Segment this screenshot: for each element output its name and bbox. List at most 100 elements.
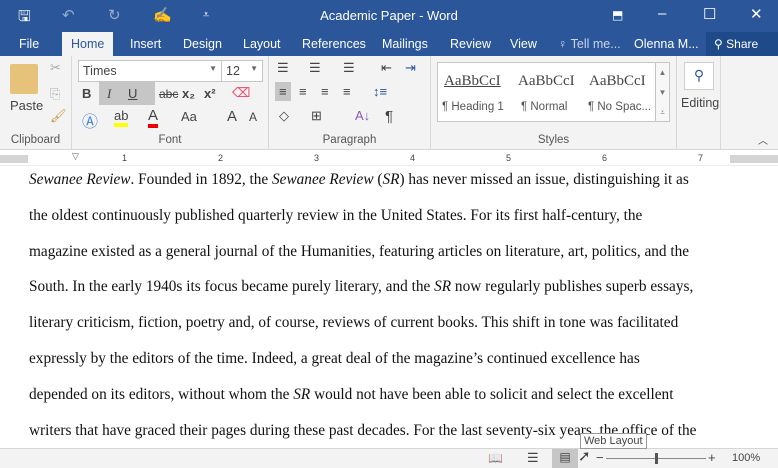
change-case-button[interactable]: Aa [181, 109, 197, 124]
justify-icon[interactable]: ≡ [343, 84, 351, 99]
underline-button[interactable]: U [128, 86, 137, 101]
minimize-icon[interactable]: – [658, 5, 666, 22]
style-heading1-preview[interactable]: AaBbCcI [444, 73, 501, 90]
numbering-icon[interactable]: ☰ [309, 60, 321, 76]
print-layout-icon[interactable]: ☰ [527, 450, 539, 466]
tab-file[interactable]: File [19, 37, 39, 51]
subscript-button[interactable]: x₂ [182, 86, 195, 101]
scroll-down-icon[interactable]: ▼ [656, 83, 669, 103]
italic-text: SR [293, 386, 310, 403]
close-icon[interactable]: ✕ [750, 5, 763, 23]
highlight-color-icon[interactable]: ab [114, 108, 128, 127]
multilevel-list-icon[interactable]: ☰ [343, 60, 355, 76]
font-label: Font [72, 134, 268, 146]
document-body[interactable]: Sewanee Review. Founded in 1892, the Sew… [0, 166, 778, 448]
zoom-in-button[interactable]: + [708, 450, 716, 465]
paste-icon[interactable] [10, 64, 38, 94]
share-label: Share [726, 37, 758, 51]
grow-font-button[interactable]: A [227, 108, 237, 125]
ruler-number: 7 [698, 153, 703, 163]
tell-me-search[interactable]: ♀ Tell me... [558, 37, 621, 51]
align-right-icon[interactable]: ≡ [321, 84, 329, 99]
font-color-icon[interactable]: A [148, 107, 158, 128]
text-run: magazine existed as a general journal of… [29, 243, 689, 260]
font-size-select[interactable]: 12▼ [221, 60, 263, 82]
ruler-margin-left [0, 155, 28, 163]
text-run: the oldest continuously published quarte… [29, 207, 642, 224]
read-mode-icon[interactable]: 📖 [488, 451, 503, 465]
text-run: South. In the early 1940s its focus beca… [29, 278, 434, 295]
clear-formatting-icon[interactable]: ⌫ [232, 85, 250, 101]
italic-text: SR [382, 171, 399, 188]
bullets-icon[interactable]: ☰ [277, 60, 289, 76]
scroll-up-icon[interactable]: ▲ [656, 63, 669, 83]
zoom-level[interactable]: 100% [732, 452, 760, 464]
style-no-spacing[interactable]: ¶ No Spac... [588, 101, 651, 113]
line-spacing-icon[interactable]: ↕≡ [373, 84, 387, 99]
tab-review[interactable]: Review [450, 37, 491, 51]
style-normal[interactable]: ¶ Normal [521, 101, 567, 113]
show-formatting-icon[interactable]: ¶ [385, 108, 393, 125]
mouse-cursor-icon: ➚ [578, 447, 591, 465]
shading-icon[interactable]: ◇ [279, 108, 289, 124]
editing-button[interactable]: Editing [681, 96, 719, 110]
ruler-number: 6 [602, 153, 607, 163]
ribbon: Paste ✂ ⎘ 🖌 Clipboard Times▼ 12▼ B I U a… [0, 56, 778, 150]
document-line: Sewanee Review. Founded in 1892, the Sew… [29, 171, 689, 189]
format-painter-icon[interactable]: 🖌 [50, 108, 67, 124]
superscript-button[interactable]: x² [204, 86, 216, 101]
ruler-number: 4 [410, 153, 415, 163]
style-normal-preview[interactable]: AaBbCcI [518, 73, 575, 90]
maximize-icon[interactable]: ☐ [703, 5, 716, 23]
strikethrough-button[interactable]: abc [159, 87, 178, 101]
horizontal-ruler[interactable]: ▽ 1 2 3 4 5 6 7 [0, 152, 778, 166]
paragraph-label: Paragraph [269, 134, 430, 146]
styles-scroll[interactable]: ▲▼⩡ [656, 62, 670, 122]
document-line: depended on its editors, without whom th… [29, 386, 673, 404]
increase-indent-icon[interactable]: ⇥ [405, 60, 416, 76]
web-layout-icon[interactable]: ▤ [552, 449, 578, 468]
tab-insert[interactable]: Insert [130, 37, 161, 51]
first-line-indent-marker[interactable]: ▽ [72, 151, 79, 162]
align-center-icon[interactable]: ≡ [299, 84, 307, 99]
text-run: depended on its editors, without whom th… [29, 386, 293, 403]
font-name-select[interactable]: Times▼ [78, 60, 222, 82]
tab-design[interactable]: Design [183, 37, 222, 51]
collapse-ribbon-icon[interactable]: ︿ [758, 132, 768, 147]
user-account[interactable]: Olenna M... [634, 37, 699, 51]
style-no-spacing-preview[interactable]: AaBbCcI [589, 73, 646, 90]
copy-icon[interactable]: ⎘ [50, 86, 60, 102]
zoom-out-button[interactable]: − [596, 450, 604, 465]
paragraph-group: ☰ ☰ ☰ ⇤ ⇥ ≡ ≡ ≡ ≡ ↕≡ ◇ ⊞ A↓ ¶ Paragraph [269, 56, 431, 150]
tab-view[interactable]: View [510, 37, 537, 51]
align-left-icon[interactable]: ≡ [275, 82, 291, 101]
tab-references[interactable]: References [302, 37, 366, 51]
text-run: ) has never missed an issue, distinguish… [399, 171, 688, 188]
font-size-value: 12 [226, 64, 240, 78]
share-button[interactable]: ⚲ Share [706, 32, 778, 56]
italic-button[interactable]: I [107, 86, 111, 102]
shrink-font-button[interactable]: A [249, 110, 257, 124]
text-effects-icon[interactable]: Ⓐ [82, 108, 98, 132]
cut-icon[interactable]: ✂ [50, 60, 61, 76]
borders-icon[interactable]: ⊞ [311, 108, 322, 124]
zoom-slider-thumb[interactable] [655, 453, 658, 464]
text-run: . Founded in 1892, the [131, 171, 273, 188]
text-run: would not have been able to solicit and … [310, 386, 673, 403]
status-bar: 📖 ☰ ▤ ➚ − + 100% [0, 448, 778, 468]
ruler-number: 3 [314, 153, 319, 163]
sort-icon[interactable]: A↓ [355, 108, 370, 123]
style-heading1[interactable]: ¶ Heading 1 [442, 101, 504, 113]
tooltip-web-layout: Web Layout [580, 433, 647, 449]
italic-text: SR [434, 278, 451, 295]
ruler-number: 1 [122, 153, 127, 163]
bold-button[interactable]: B [82, 86, 91, 101]
tab-layout[interactable]: Layout [243, 37, 281, 51]
more-styles-icon[interactable]: ⩡ [656, 103, 669, 123]
paste-button[interactable]: Paste [10, 98, 43, 113]
tab-home[interactable]: Home [62, 32, 113, 56]
ribbon-display-icon[interactable]: ⬒ [612, 8, 623, 22]
tab-mailings[interactable]: Mailings [382, 37, 428, 51]
decrease-indent-icon[interactable]: ⇤ [381, 60, 392, 76]
find-icon[interactable]: ⚲ [684, 62, 714, 90]
